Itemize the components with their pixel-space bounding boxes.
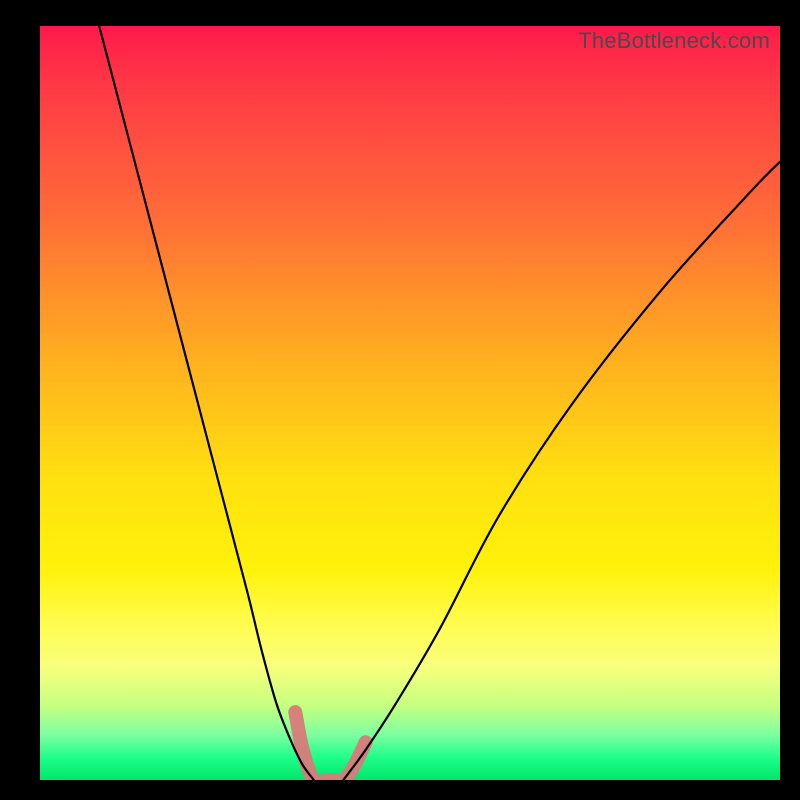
left-curve-path [99, 26, 314, 780]
plot-area: TheBottleneck.com [40, 26, 780, 780]
right-curve-path [343, 162, 780, 780]
chart-frame: TheBottleneck.com [0, 0, 800, 800]
curves-svg [40, 26, 780, 780]
